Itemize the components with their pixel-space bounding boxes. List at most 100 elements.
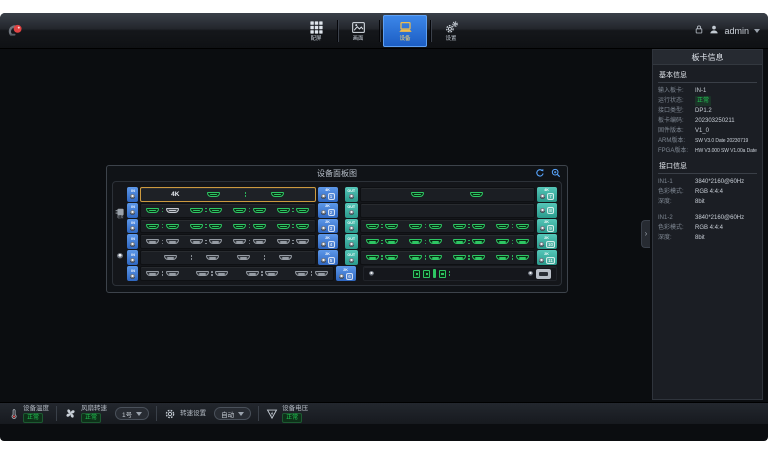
dropdown-caret-icon bbox=[136, 412, 142, 416]
slot-size-tag: 2K bbox=[325, 236, 330, 240]
screw-icon bbox=[321, 194, 326, 199]
hdmi-port-gray bbox=[279, 255, 292, 260]
device-chassis: 电源 IN4K4K1OUT4K7IN2K2OUT8IN2K3OUT2K9IN2K… bbox=[112, 181, 562, 286]
status-label: 设备电压 bbox=[282, 405, 308, 412]
input-slot-2[interactable] bbox=[140, 203, 316, 218]
user-menu-caret-icon[interactable] bbox=[754, 29, 760, 33]
port-pair bbox=[453, 239, 486, 244]
slot-number-tab-3[interactable]: 2K3 bbox=[318, 219, 338, 234]
port-pair bbox=[190, 239, 223, 244]
hdmi-port-green bbox=[296, 208, 309, 213]
control-module-icon bbox=[536, 269, 551, 279]
info-label: 色彩模式: bbox=[658, 187, 695, 197]
input-slot-1[interactable]: 4K bbox=[140, 187, 316, 202]
power-module-icon bbox=[115, 204, 125, 214]
slot-number: 9 bbox=[547, 225, 554, 232]
slot-number-tab-9[interactable]: 2K9 bbox=[537, 219, 557, 234]
pair-dots-icon bbox=[468, 255, 470, 260]
output-slot-9[interactable] bbox=[360, 219, 536, 234]
slot-number-tab-8[interactable]: 8 bbox=[537, 203, 557, 218]
port-pair bbox=[409, 255, 442, 260]
hdmi-port-green bbox=[409, 239, 422, 244]
hdmi-port-green bbox=[366, 224, 379, 229]
lock-icon[interactable] bbox=[694, 22, 704, 40]
hdmi-port-green bbox=[209, 208, 222, 213]
port-pair bbox=[146, 208, 179, 213]
OUT-tab: OUT bbox=[345, 203, 358, 218]
ethernet-port-icon bbox=[423, 270, 430, 278]
pair-dots-icon bbox=[205, 208, 207, 213]
hdmi-port-gray bbox=[295, 271, 308, 276]
screw-icon bbox=[321, 226, 326, 231]
hdmi-port-green bbox=[496, 224, 509, 229]
hdmi-port-green bbox=[429, 239, 442, 244]
grid-icon bbox=[309, 20, 324, 35]
port-pair bbox=[277, 239, 310, 244]
slot-number-tab-2[interactable]: 2K2 bbox=[318, 203, 338, 218]
slot-number-tab-10[interactable]: 2K10 bbox=[537, 234, 557, 249]
top-navigation-bar: 配屏画面设备设置 admin bbox=[0, 13, 768, 49]
IN-tab: IN bbox=[127, 266, 138, 281]
status-badge: 正常 bbox=[81, 413, 101, 423]
pair-dots-icon bbox=[468, 240, 470, 245]
screw-icon bbox=[130, 242, 135, 247]
sidebar-collapse-button[interactable]: › bbox=[641, 220, 650, 248]
output-slot-8[interactable] bbox=[360, 203, 536, 218]
chassis-row-4: IN2K4OUT2K10 bbox=[127, 234, 557, 249]
info-label: 深度: bbox=[658, 233, 695, 243]
hdmi-port-green bbox=[385, 239, 398, 244]
nav-tab-1[interactable]: 配屏 bbox=[299, 15, 334, 47]
slot-number-tab-11[interactable]: 2K11 bbox=[537, 250, 557, 265]
nav-tab-3[interactable]: 设备 bbox=[383, 15, 427, 47]
voltage-icon bbox=[266, 408, 278, 420]
status-text-stack: 转速设置 bbox=[180, 410, 206, 417]
pair-dots-icon bbox=[162, 271, 164, 276]
username[interactable]: admin bbox=[724, 26, 749, 36]
slot-number-tab-7[interactable]: 4K7 bbox=[537, 187, 557, 202]
input-slot-4[interactable] bbox=[140, 234, 316, 249]
slot-number: 1 bbox=[328, 193, 335, 200]
app-logo-icon bbox=[7, 22, 24, 39]
control-ports bbox=[413, 269, 450, 278]
status-dropdown[interactable]: 自动 bbox=[214, 407, 251, 420]
basic-info-title: 基本信息 bbox=[658, 68, 757, 83]
input-slot-3[interactable] bbox=[140, 219, 316, 234]
status-dropdown[interactable]: 1号 bbox=[115, 407, 149, 420]
basic-info-section: 基本信息 输入板卡:IN-1运行状态:正常接口类型:DP1.2板卡编码:2023… bbox=[653, 65, 762, 156]
port-pair bbox=[146, 224, 179, 229]
port-pair bbox=[233, 224, 266, 229]
hdmi-port-green bbox=[146, 224, 159, 229]
slot-number-tab-4[interactable]: 2K4 bbox=[318, 234, 338, 249]
chassis-row-2: IN2K2OUT8 bbox=[127, 203, 557, 218]
refresh-icon[interactable] bbox=[535, 168, 545, 178]
zoom-in-icon[interactable] bbox=[551, 168, 561, 178]
screen-icon bbox=[351, 20, 366, 35]
status-text-stack: 风扇转速正常 bbox=[81, 405, 107, 423]
nav-tab-4[interactable]: 设置 bbox=[434, 15, 469, 47]
input-slot-6[interactable] bbox=[140, 266, 334, 281]
hdmi-port-gray bbox=[237, 255, 250, 260]
hdmi-port-gray bbox=[315, 271, 328, 276]
pair-dots-icon bbox=[261, 271, 263, 276]
hdmi-port-gray bbox=[296, 239, 309, 244]
slot-number-tab-1[interactable]: 4K1 bbox=[318, 187, 338, 202]
slot-number: 2 bbox=[328, 209, 335, 216]
nav-tab-2[interactable]: 画面 bbox=[341, 15, 376, 47]
info-value: 8bit bbox=[695, 233, 705, 243]
output-slot-11[interactable] bbox=[360, 250, 536, 265]
screw-icon bbox=[540, 194, 545, 199]
pair-dots-icon bbox=[292, 224, 294, 229]
thermometer-icon bbox=[9, 408, 19, 420]
hdmi-port-gray bbox=[246, 271, 259, 276]
info-label: 色彩模式: bbox=[658, 223, 695, 233]
hdmi-port-green bbox=[233, 224, 246, 229]
output-slot-10[interactable] bbox=[360, 234, 536, 249]
input-slot-5[interactable] bbox=[140, 250, 316, 265]
dropdown-value: 自动 bbox=[221, 409, 234, 419]
output-slot-7[interactable] bbox=[360, 187, 536, 202]
pair-dots-icon bbox=[381, 255, 383, 260]
pair-dots-icon bbox=[381, 240, 383, 245]
slot-number-tab-5[interactable]: 2K5 bbox=[318, 250, 338, 265]
port-info-title: 接口信息 bbox=[658, 159, 757, 174]
slot-number-tab-6[interactable]: 2K6 bbox=[336, 266, 356, 281]
